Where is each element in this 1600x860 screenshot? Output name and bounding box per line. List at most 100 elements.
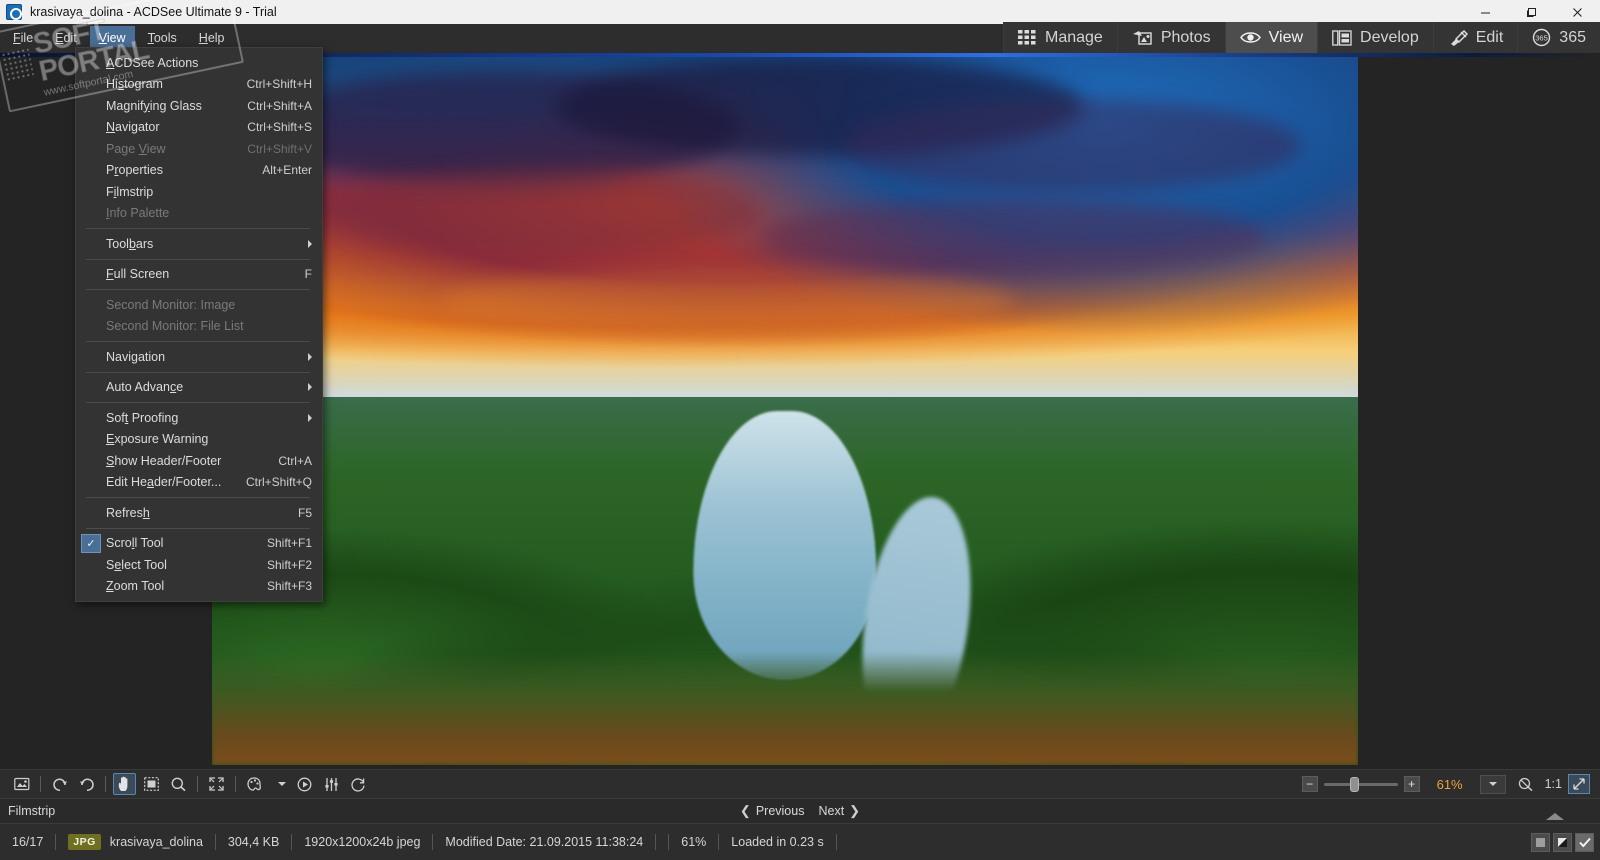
close-button[interactable] — [1554, 0, 1600, 24]
tab-edit[interactable]: Edit — [1432, 22, 1518, 53]
photo-image[interactable] — [212, 57, 1358, 765]
fit-to-window-icon[interactable] — [1568, 774, 1590, 794]
play-slideshow-icon[interactable] — [293, 773, 316, 795]
menu-item-toolbars[interactable]: Toolbars — [76, 233, 322, 255]
menu-item-navigator[interactable]: Navigator Ctrl+Shift+S — [76, 117, 322, 139]
expand-panel-arrow-icon[interactable] — [1546, 813, 1564, 820]
menu-item-show-header-footer[interactable]: Show Header/Footer Ctrl+A — [76, 450, 322, 472]
menu-item-filmstrip[interactable]: Filmstrip — [76, 181, 322, 203]
rotate-right-icon[interactable] — [75, 773, 98, 795]
menu-item-histogram[interactable]: Histogram Ctrl+Shift+H — [76, 74, 322, 96]
modified-date: Modified Date: 21.09.2015 11:38:24 — [445, 835, 644, 849]
view-mode-normal[interactable] — [1531, 832, 1550, 852]
photo-foreground — [212, 651, 1358, 765]
zoom-controls: − + 61% 1:1 — [1301, 773, 1600, 795]
view-mode-toggles — [1531, 813, 1600, 852]
acdsee-logo-icon — [6, 4, 22, 20]
menu-separator — [86, 341, 310, 342]
submenu-arrow-icon — [308, 383, 312, 392]
menu-item-zoom-tool[interactable]: Zoom Tool Shift+F3 — [76, 576, 322, 598]
palette-icon[interactable] — [243, 773, 271, 795]
view-dropdown-menu[interactable]: ACDSee Actions Histogram Ctrl+Shift+H Mag… — [75, 47, 323, 602]
grid-icon — [1017, 30, 1037, 45]
menu-item-refresh[interactable]: Refresh F5 — [76, 502, 322, 524]
hand-scroll-icon[interactable] — [113, 773, 136, 795]
zoom-preset-dropdown[interactable] — [1479, 774, 1506, 794]
submenu-arrow-icon — [308, 239, 312, 248]
menu-separator — [86, 527, 310, 529]
tab-view[interactable]: View — [1224, 22, 1318, 53]
menu-item-page-view: Page View Ctrl+Shift+V — [106, 141, 312, 156]
zoom-out-button[interactable]: − — [1301, 776, 1318, 792]
tab-photos[interactable]: Photos — [1116, 22, 1225, 53]
filmstrip-label: Filmstrip — [8, 804, 56, 818]
tab-365-label: 365 — [1559, 28, 1586, 46]
load-time: Loaded in 0.23 s — [731, 835, 824, 849]
fullscreen-icon[interactable] — [205, 773, 228, 795]
title-bar: krasivaya_dolina - ACDSee Ultimate 9 - T… — [0, 0, 1600, 24]
zoom-level-value: 61% — [1436, 776, 1463, 792]
menu-separator — [86, 289, 310, 290]
menu-item-exposure-warning[interactable]: Exposure Warning — [76, 429, 322, 451]
menu-item-soft-proofing[interactable]: Soft Proofing — [76, 407, 322, 429]
filmstrip-bar: Filmstrip ❮ Previous Next ❯ — [0, 798, 1600, 823]
maximize-button[interactable] — [1508, 0, 1554, 24]
previous-button[interactable]: ❮ Previous — [740, 803, 805, 819]
viewer-toolbar: − + 61% 1:1 — [0, 769, 1600, 798]
menu-separator — [86, 371, 310, 373]
menu-separator — [86, 402, 310, 403]
file-size: 304,4 KB — [227, 835, 280, 849]
acdsee-application-window: krasivaya_dolina - ACDSee Ultimate 9 - T… — [0, 0, 1600, 860]
photos-icon — [1132, 30, 1153, 46]
window-controls — [1462, 0, 1600, 24]
minimize-button[interactable] — [1462, 0, 1508, 24]
save-image-icon[interactable] — [10, 773, 33, 795]
clock-rotate-icon[interactable] — [347, 773, 370, 795]
zoom-slider[interactable] — [1323, 776, 1398, 792]
tab-photos-label: Photos — [1160, 28, 1211, 46]
menu-item-edit-header-footer[interactable]: Edit Header/Footer... Ctrl+Shift+Q — [76, 472, 322, 494]
zoom-reset-icon[interactable] — [1514, 773, 1537, 795]
menu-item-properties[interactable]: Properties Alt+Enter — [76, 160, 322, 182]
tab-view-label: View — [1268, 28, 1304, 46]
menu-item-full-screen[interactable]: Full Screen F — [76, 264, 322, 286]
next-button[interactable]: Next ❯ — [818, 803, 860, 819]
menu-item-select-tool[interactable]: Select Tool Shift+F2 — [76, 554, 322, 576]
chevron-down-icon — [1488, 782, 1497, 786]
image-navigation: ❮ Previous Next ❯ — [740, 803, 860, 819]
menu-item-acdsee-actions[interactable]: ACDSee Actions — [76, 52, 322, 74]
status-bar: 16/17 JPG krasivaya_dolina 304,4 KB 1920… — [0, 813, 1600, 860]
menu-item-auto-advance[interactable]: Auto Advance — [76, 377, 322, 399]
select-marquee-icon[interactable] — [140, 773, 163, 795]
menu-item-info-palette: Info Palette — [106, 206, 170, 221]
menu-file[interactable]: FFileile — [4, 26, 42, 50]
zoom-in-button[interactable]: + — [1403, 776, 1420, 792]
adjust-sliders-icon[interactable] — [320, 773, 343, 795]
zoom-ratio-label[interactable]: 1:1 — [1545, 777, 1562, 791]
image-dimensions: 1920x1200x24b jpeg — [304, 835, 421, 849]
menu-item-navigation[interactable]: Navigation — [76, 346, 322, 368]
tab-develop-label: Develop — [1360, 28, 1419, 46]
tab-edit-label: Edit — [1475, 28, 1504, 46]
zoom-tool-icon[interactable] — [167, 773, 190, 795]
palette-dropdown-caret-icon[interactable] — [275, 773, 289, 795]
view-mode-check[interactable] — [1575, 832, 1594, 852]
menu-item-scroll-tool[interactable]: ✓ Scroll Tool Shift+F1 — [76, 533, 322, 555]
view-mode-split[interactable] — [1553, 832, 1572, 852]
edit-brush-icon — [1448, 29, 1468, 46]
image-counter: 16/17 — [12, 835, 44, 849]
format-badge: JPG — [68, 834, 101, 850]
menu-item-second-monitor-file-list: Second Monitor: File List — [106, 319, 244, 334]
next-label: Next — [818, 804, 845, 818]
rotate-left-icon[interactable] — [48, 773, 71, 795]
zoom-slider-track — [1323, 782, 1398, 786]
zoom-slider-handle[interactable] — [1349, 777, 1359, 792]
eye-icon — [1239, 30, 1261, 45]
tab-develop[interactable]: Develop — [1317, 22, 1433, 53]
menu-item-magnifying-glass[interactable]: Magnifying Glass Ctrl+Shift+A — [76, 95, 322, 117]
menu-separator — [86, 258, 310, 260]
tab-manage[interactable]: Manage — [1002, 22, 1117, 53]
tab-365[interactable]: 365 365 — [1517, 22, 1600, 53]
toolbar-separator — [105, 776, 106, 792]
window-title: krasivaya_dolina - ACDSee Ultimate 9 - T… — [30, 5, 277, 19]
